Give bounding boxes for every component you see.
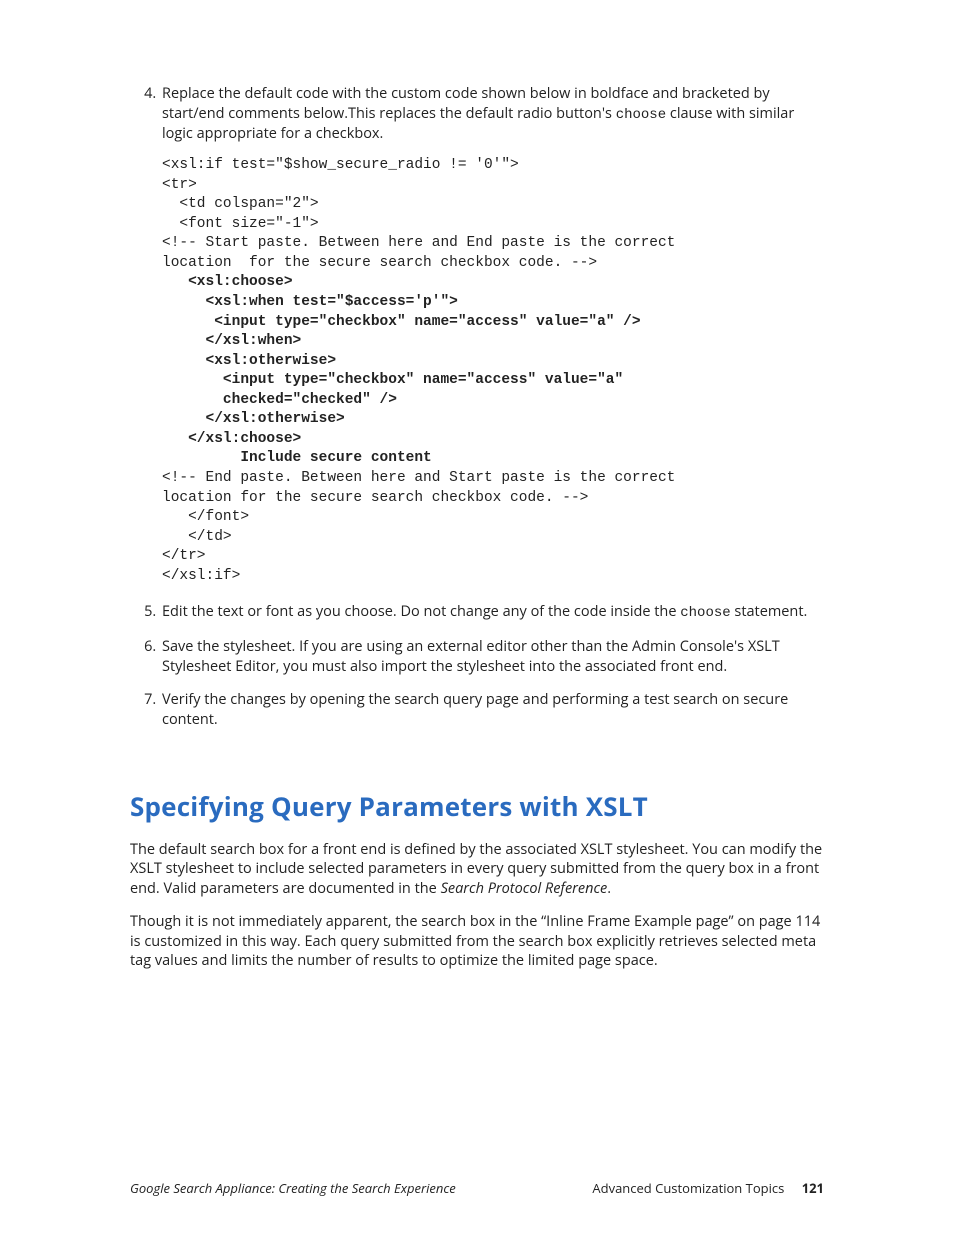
code-line-bold: </xsl:when> [162, 333, 301, 349]
code-line-bold: <input type="checkbox" name="access" val… [162, 314, 641, 330]
step-5-text-after: statement. [731, 602, 808, 621]
code-line: <td colspan="2"> [162, 196, 319, 212]
code-line-bold: <input type="checkbox" name="access" val… [162, 372, 623, 388]
code-line: <!-- Start paste. Between here and End p… [162, 235, 675, 251]
code-line-bold: </xsl:otherwise> [162, 411, 345, 427]
code-line-bold: <xsl:when test="$access='p'"> [162, 294, 458, 310]
para1-after: . [607, 879, 611, 898]
code-line: <tr> [162, 177, 197, 193]
code-line: location for the secure search checkbox … [162, 490, 588, 506]
code-line: </xsl:if> [162, 568, 240, 584]
section-heading: Specifying Query Parameters with XSLT [130, 788, 824, 824]
step-6-text: Save the stylesheet. If you are using an… [162, 637, 780, 676]
step-5-text-before: Edit the text or font as you choose. Do … [162, 602, 680, 621]
code-line-bold: Include secure content [162, 450, 432, 466]
footer-page-number: 121 [802, 1179, 824, 1197]
code-line: </td> [162, 529, 232, 545]
code-line: <!-- End paste. Between here and Start p… [162, 470, 675, 486]
step-4-inline-code: choose [616, 107, 666, 123]
code-line: <font size="-1"> [162, 216, 319, 232]
footer-section-label: Advanced Customization Topics [592, 1179, 784, 1197]
code-line: <xsl:if test="$show_secure_radio != '0'"… [162, 157, 519, 173]
footer-doc-title: Google Search Appliance: Creating the Se… [130, 1179, 456, 1197]
footer-right: Advanced Customization Topics 121 [592, 1179, 824, 1197]
step-5-inline-code: choose [680, 605, 730, 621]
code-line: location for the secure search checkbox … [162, 255, 597, 271]
step-5: Edit the text or font as you choose. Do … [160, 602, 824, 623]
paragraph-1: The default search box for a front end i… [130, 840, 824, 899]
paragraph-2: Though it is not immediately apparent, t… [130, 912, 824, 971]
step-4-codeblock: <xsl:if test="$show_secure_radio != '0'"… [162, 156, 824, 586]
step-7-text: Verify the changes by opening the search… [162, 690, 788, 729]
step-4: Replace the default code with the custom… [160, 84, 824, 586]
page-footer: Google Search Appliance: Creating the Se… [130, 1179, 824, 1197]
page: Replace the default code with the custom… [0, 0, 954, 1235]
code-line: </font> [162, 509, 249, 525]
code-line-bold: <xsl:choose> [162, 274, 293, 290]
step-6: Save the stylesheet. If you are using an… [160, 637, 824, 676]
code-line-bold: <xsl:otherwise> [162, 353, 336, 369]
code-line-bold: </xsl:choose> [162, 431, 301, 447]
step-7: Verify the changes by opening the search… [160, 690, 824, 729]
code-line-bold: checked="checked" /> [162, 392, 397, 408]
ordered-steps: Replace the default code with the custom… [130, 84, 824, 730]
code-line: </tr> [162, 548, 206, 564]
para1-italic: Search Protocol Reference [441, 879, 608, 898]
